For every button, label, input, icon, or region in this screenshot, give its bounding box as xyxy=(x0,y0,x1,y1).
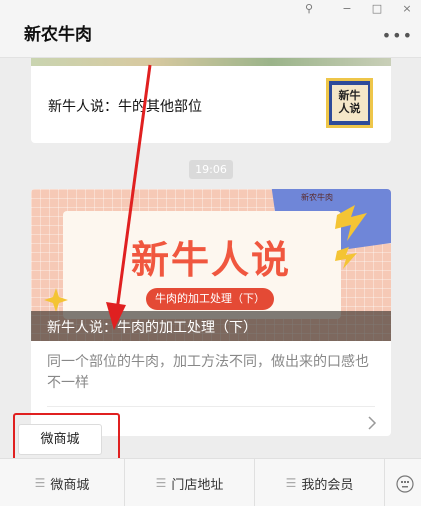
article-summary: 同一个部位的牛肉，加工方法不同，做出来的口感也不一样 xyxy=(47,354,369,391)
title-bar: 新农牛肉 ⚲ − □ × ••• xyxy=(0,0,421,58)
cover-title: 新牛人说 xyxy=(130,238,291,282)
sparkle-icon xyxy=(44,288,68,312)
close-icon[interactable]: × xyxy=(400,2,414,15)
chevron-right-icon[interactable] xyxy=(367,415,377,431)
divider xyxy=(47,406,375,407)
menu-tab-label: 门店地址 xyxy=(171,477,224,493)
brand-logo: 新农牛肉 xyxy=(301,193,333,202)
article-title: 新牛人说：牛肉的加工处理（下） xyxy=(47,320,257,336)
minimize-icon[interactable]: − xyxy=(340,2,354,15)
menu-tab-store-address[interactable]: ☰ 门店地址 xyxy=(125,459,254,506)
chat-title: 新农牛肉 xyxy=(24,25,92,45)
keyboard-icon[interactable] xyxy=(396,475,414,493)
timestamp-badge: 19:06 xyxy=(189,160,233,179)
article-thumbnail: 新牛 人说 xyxy=(326,78,373,128)
pin-icon[interactable]: ⚲ xyxy=(302,2,316,15)
featured-article-card[interactable]: 新农牛肉 新牛人说 牛肉的加工处理（下） 新牛人说：牛肉的加工处理（下） 同一个… xyxy=(31,189,391,436)
maximize-icon[interactable]: □ xyxy=(370,2,384,15)
more-options-icon[interactable]: ••• xyxy=(382,26,413,45)
article-title: 新牛人说：牛的其他部位 xyxy=(48,99,202,115)
menu-tab-label: 我的会员 xyxy=(301,477,354,493)
cover-subtitle: 牛肉的加工处理（下） xyxy=(146,288,274,310)
menu-tab-label: 微商城 xyxy=(50,477,90,493)
bottom-menu: ☰ 微商城 ☰ 门店地址 ☰ 我的会员 xyxy=(0,458,421,506)
thumbnail-text-line: 人说 xyxy=(338,102,361,115)
cover-image[interactable]: 新农牛肉 新牛人说 牛肉的加工处理（下） 新牛人说：牛肉的加工处理（下） xyxy=(31,189,391,341)
menu-tab-shop[interactable]: ☰ 微商城 xyxy=(0,459,124,506)
menu-icon: ☰ xyxy=(34,476,46,490)
menu-tab-membership[interactable]: ☰ 我的会员 xyxy=(255,459,384,506)
menu-icon: ☰ xyxy=(155,476,167,490)
menu-icon: ☰ xyxy=(285,476,297,490)
cover-image-strip xyxy=(31,58,391,66)
article-card[interactable]: 新牛人说：牛的其他部位 新牛 人说 xyxy=(31,58,391,143)
submenu-item-shop[interactable]: 微商城 xyxy=(18,424,102,455)
